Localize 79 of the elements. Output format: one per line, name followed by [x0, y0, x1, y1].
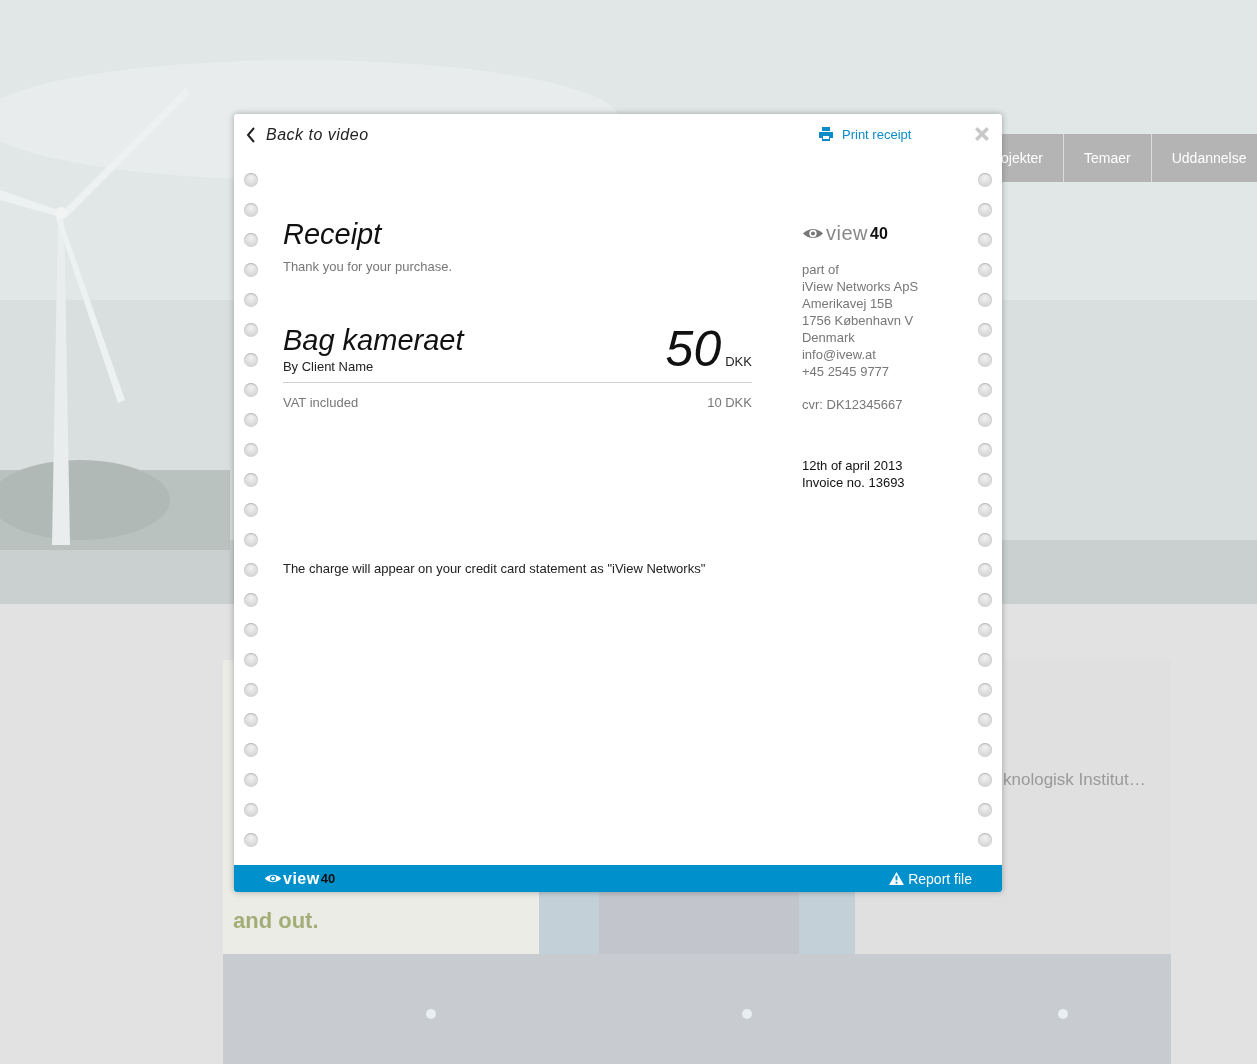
punch-hole — [244, 443, 259, 457]
punch-hole — [244, 623, 259, 637]
punch-hole — [977, 263, 992, 277]
punch-hole — [977, 683, 992, 697]
chevron-left-icon — [246, 127, 256, 143]
punch-hole — [977, 833, 992, 847]
punch-hole — [244, 803, 259, 817]
price-amount: 50 — [665, 324, 722, 374]
invoice-number: Invoice no. 13693 — [801, 474, 906, 491]
view40-logo: view40 — [264, 869, 336, 888]
item-author: By Client Name — [282, 359, 375, 374]
punch-hole — [977, 353, 992, 367]
punch-hole — [244, 173, 259, 187]
punch-hole — [977, 533, 992, 547]
view40-logo: view40 — [801, 222, 888, 245]
address-line: Amerikavej 15B — [801, 295, 894, 312]
punch-hole — [977, 293, 992, 307]
receipt-title: Receipt — [282, 218, 384, 251]
punch-hole — [244, 383, 259, 397]
punch-hole — [244, 503, 259, 517]
print-button[interactable]: Print receipt — [818, 126, 912, 142]
punch-hole — [977, 173, 992, 187]
punch-hole — [977, 473, 992, 487]
warning-icon — [889, 872, 905, 885]
punch-hole — [977, 203, 992, 217]
address-line: iView Networks ApS — [801, 278, 920, 295]
item-name: Bag kameraet — [282, 324, 464, 357]
punch-hole — [977, 653, 992, 667]
punch-hole — [244, 683, 259, 697]
price-currency: DKK — [725, 354, 752, 369]
address-line: 1756 København V — [801, 312, 915, 329]
punch-hole — [244, 743, 259, 757]
thanks-text: Thank you for your purchase. — [282, 259, 454, 274]
punch-hole — [244, 563, 259, 577]
vat-amount: 10 DKK — [707, 395, 752, 410]
punch-hole — [244, 593, 259, 607]
punch-hole — [244, 713, 259, 727]
punch-hole — [977, 593, 992, 607]
punch-hole — [244, 533, 259, 547]
punch-hole — [977, 743, 992, 757]
punch-hole — [244, 413, 259, 427]
punch-hole — [244, 293, 259, 307]
punch-hole — [977, 713, 992, 727]
punch-hole — [244, 473, 259, 487]
punch-hole — [244, 263, 259, 277]
punch-hole — [244, 203, 259, 217]
nav-item[interactable]: ojekter — [1001, 134, 1064, 182]
address-line: info@ivew.at — [801, 346, 877, 363]
punch-hole — [977, 623, 992, 637]
address-line: Denmark — [801, 329, 856, 346]
nav-item[interactable]: Uddannelse — [1150, 134, 1257, 182]
punch-hole — [244, 773, 259, 787]
nav-item[interactable]: Temaer — [1063, 134, 1151, 182]
tile-caption[interactable]: knologisk Institut… — [1003, 770, 1146, 790]
punch-hole — [977, 413, 992, 427]
punch-hole — [977, 383, 992, 397]
address-line: +45 2545 9777 — [801, 363, 891, 380]
punch-hole — [244, 653, 259, 667]
punch-hole — [977, 803, 992, 817]
punch-hole — [977, 563, 992, 577]
punch-hole — [244, 353, 259, 367]
printer-icon — [818, 126, 834, 142]
punch-hole — [977, 503, 992, 517]
punch-hole — [244, 323, 259, 337]
punch-hole — [977, 233, 992, 247]
report-button[interactable]: Report file — [889, 870, 972, 887]
punch-hole — [977, 443, 992, 457]
tile-text: and out. — [233, 908, 319, 934]
address-line: part of — [801, 261, 840, 278]
punch-hole — [244, 233, 259, 247]
punch-hole — [977, 773, 992, 787]
invoice-date: 12th of april 2013 — [801, 457, 904, 474]
charge-note: The charge will appear on your credit card statement as "iView Networks" — [282, 561, 707, 576]
close-icon[interactable] — [974, 126, 990, 142]
punch-hole — [244, 833, 259, 847]
vat-label: VAT included — [282, 395, 359, 410]
cvr-number: cvr: DK12345667 — [801, 397, 904, 412]
back-button[interactable]: Back to video — [246, 126, 369, 144]
punch-hole — [977, 323, 992, 337]
